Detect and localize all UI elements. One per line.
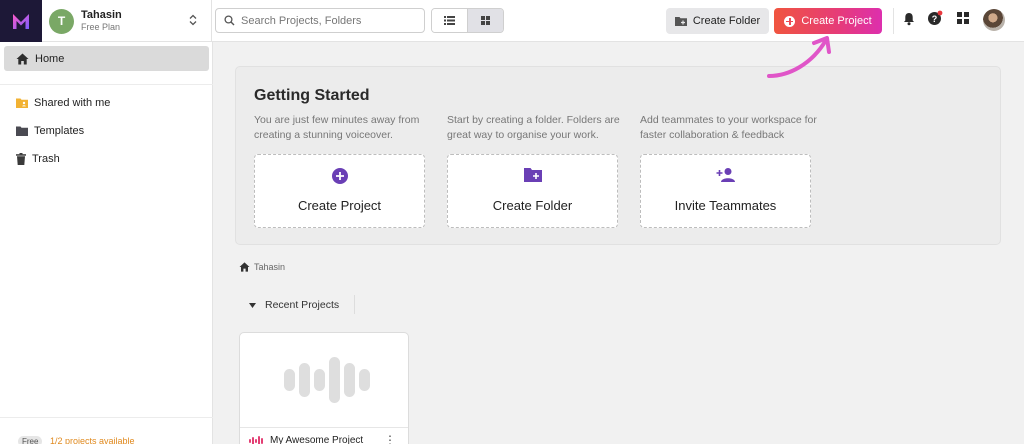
recent-projects-label: Recent Projects: [265, 299, 340, 311]
pointer-arrow-icon: [767, 36, 831, 78]
account-switcher[interactable]: T Tahasin Free Plan: [42, 0, 212, 42]
sidebar-item-trash[interactable]: Trash: [4, 146, 209, 171]
account-name: Tahasin: [81, 9, 122, 21]
sidebar-item-home[interactable]: Home: [4, 46, 209, 71]
logo-icon: [13, 14, 29, 29]
invite-teammates-card-label: Invite Teammates: [674, 198, 777, 213]
sidebar-item-label: Shared with me: [34, 96, 111, 109]
project-card[interactable]: My Awesome Project ⋮: [239, 332, 409, 444]
getting-started-panel: Getting Started You are just few minutes…: [235, 66, 1001, 245]
more-options-icon[interactable]: ⋮: [384, 433, 396, 444]
view-toggle: [431, 8, 504, 33]
breadcrumb: Tahasin: [239, 262, 285, 272]
plus-circle-icon: [331, 168, 348, 184]
list-view-button[interactable]: [432, 9, 467, 32]
sidebar-item-label: Trash: [32, 152, 60, 165]
search-input[interactable]: [241, 14, 411, 27]
folder-icon: [16, 126, 28, 136]
waveform-icon: [284, 355, 370, 405]
app-logo[interactable]: [0, 0, 42, 42]
project-card-divider: [240, 427, 408, 428]
home-icon[interactable]: [239, 262, 250, 272]
create-project-card[interactable]: Create Project: [254, 154, 425, 228]
help-icon[interactable]: ?: [927, 10, 943, 26]
create-folder-label: Create Folder: [692, 15, 761, 27]
breadcrumb-label[interactable]: Tahasin: [254, 262, 285, 272]
recent-divider: [354, 295, 355, 314]
apps-grid-icon[interactable]: [957, 12, 969, 24]
sidebar-footer-divider: [0, 417, 213, 418]
sidebar-item-templates[interactable]: Templates: [4, 118, 209, 143]
bell-icon[interactable]: [903, 12, 915, 26]
create-project-desc: You are just few minutes away from creat…: [254, 114, 420, 141]
audio-project-icon: [249, 435, 263, 444]
invite-teammates-card[interactable]: Invite Teammates: [640, 154, 811, 228]
create-project-button[interactable]: Create Project: [774, 8, 882, 34]
list-icon: [444, 16, 455, 25]
create-folder-desc: Start by creating a folder. Folders are …: [447, 114, 620, 141]
sidebar-item-shared[interactable]: Shared with me: [4, 90, 209, 115]
sidebar: Home Shared with me Templates Trash Free…: [0, 42, 213, 444]
sidebar-item-label: Templates: [34, 124, 85, 137]
plan-badge: Free: [18, 436, 43, 444]
top-bar: T Tahasin Free Plan Search Projects, Fol…: [0, 0, 1024, 42]
shared-folder-icon: [16, 98, 28, 108]
account-plan: Free Plan: [81, 22, 121, 32]
toolbar-divider: [893, 8, 894, 34]
account-avatar: T: [49, 8, 74, 34]
caret-down-icon: [249, 302, 256, 308]
person-add-icon: [716, 168, 735, 182]
chevron-up-down-icon: [189, 14, 197, 26]
folder-plus-icon: [523, 168, 542, 182]
search-icon: [224, 15, 235, 26]
create-folder-card-label: Create Folder: [492, 198, 573, 213]
svg-text:?: ?: [932, 14, 938, 24]
create-project-card-label: Create Project: [297, 198, 382, 213]
folder-plus-icon: [674, 17, 687, 26]
grid-icon: [481, 16, 490, 25]
recent-projects-toggle[interactable]: Recent Projects: [249, 299, 339, 311]
trash-icon: [16, 152, 26, 165]
invite-teammates-desc: Add teammates to your workspace for fast…: [640, 114, 817, 141]
create-folder-button[interactable]: Create Folder: [666, 8, 769, 34]
user-avatar[interactable]: [983, 9, 1005, 31]
project-name: My Awesome Project: [270, 435, 364, 444]
home-icon: [16, 53, 29, 64]
projects-available[interactable]: 1/2 projects available: [50, 436, 135, 444]
sidebar-divider: [0, 84, 213, 85]
getting-started-title: Getting Started: [254, 87, 370, 104]
search-box[interactable]: [215, 8, 425, 33]
create-project-label: Create Project: [801, 15, 872, 27]
project-title: My Awesome Project: [249, 435, 363, 444]
plus-circle-icon: [784, 15, 796, 27]
sidebar-item-label: Home: [35, 52, 65, 65]
grid-view-button[interactable]: [467, 9, 503, 32]
create-folder-card[interactable]: Create Folder: [447, 154, 618, 228]
